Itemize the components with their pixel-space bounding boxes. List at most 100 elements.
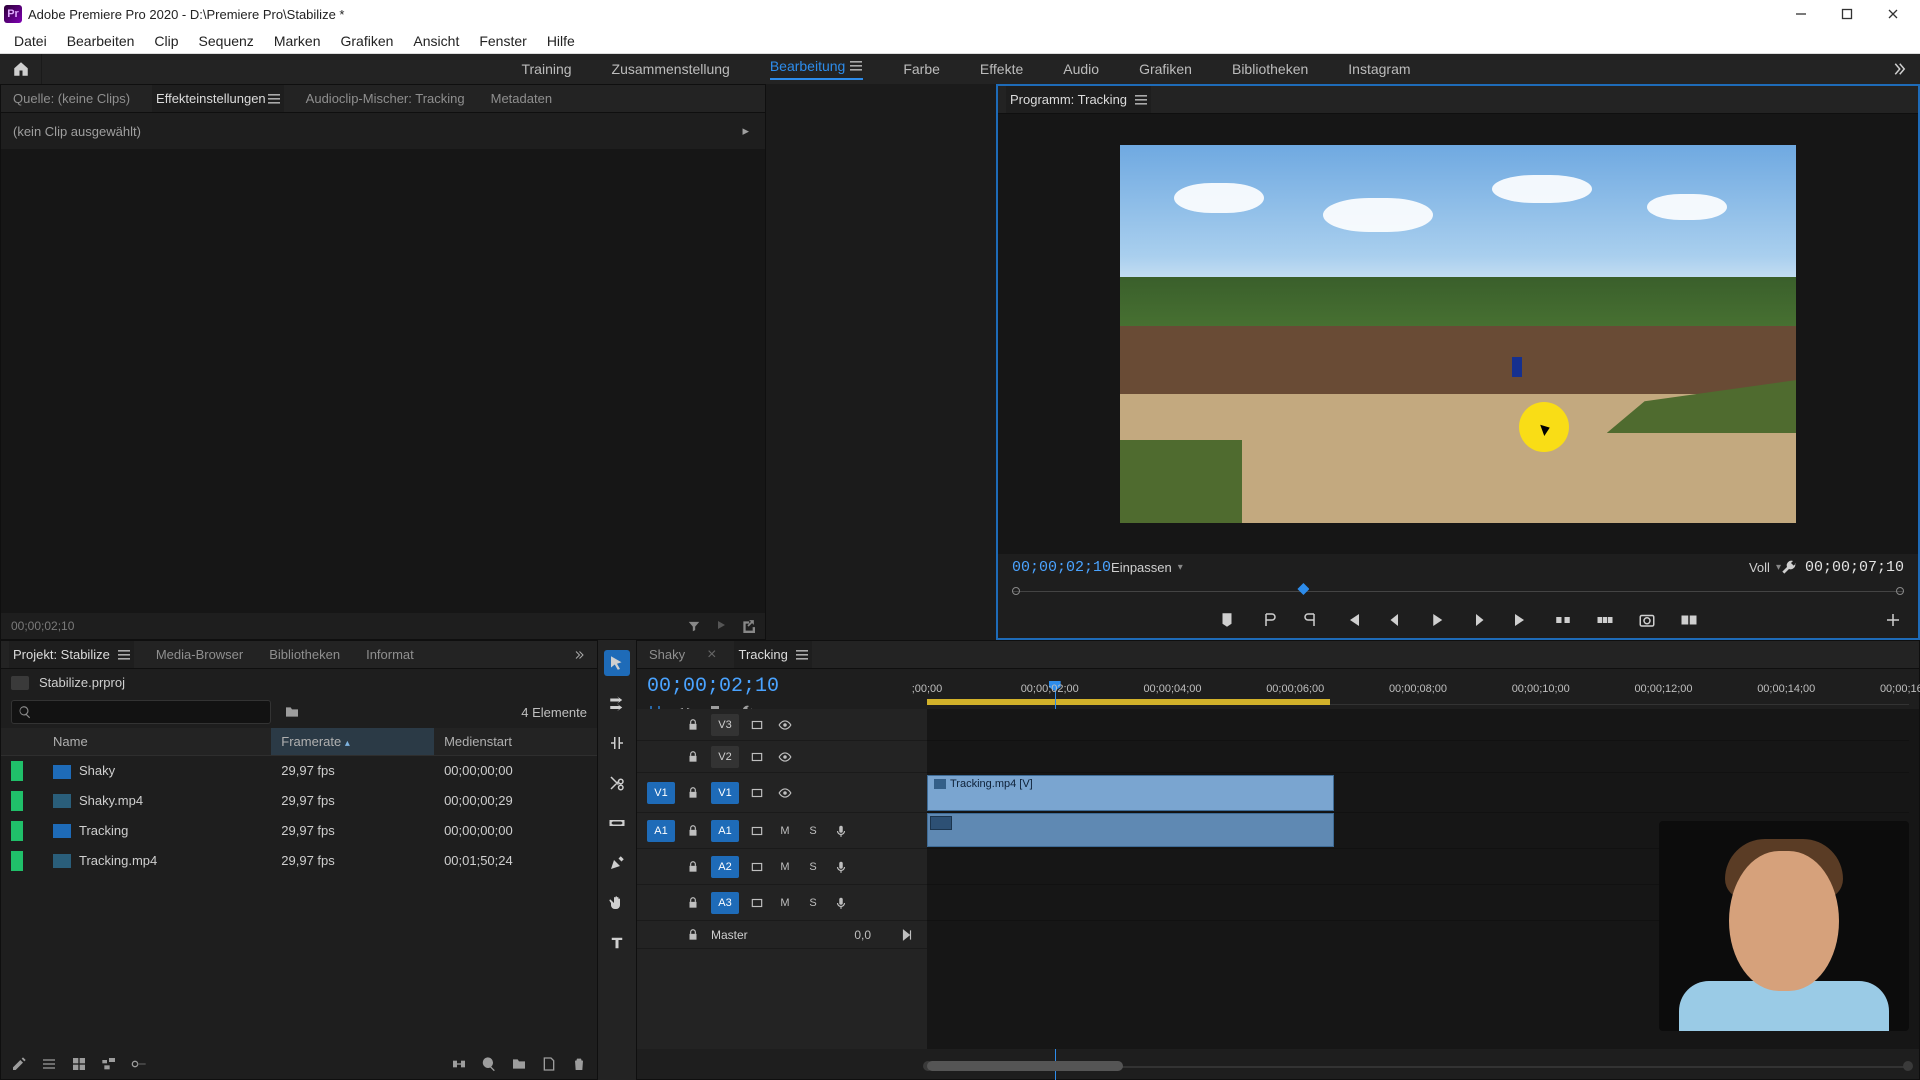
lock-icon[interactable] xyxy=(683,822,703,840)
ws-grafiken[interactable]: Grafiken xyxy=(1139,61,1192,77)
slip-tool[interactable] xyxy=(604,810,630,836)
workspace-overflow-icon[interactable] xyxy=(1890,60,1920,78)
new-bin-footer-icon[interactable] xyxy=(511,1056,527,1072)
goto-out-icon[interactable] xyxy=(1510,609,1532,631)
lift-icon[interactable] xyxy=(1552,609,1574,631)
burger-icon[interactable] xyxy=(1135,95,1147,105)
export-frame-icon[interactable] xyxy=(1636,609,1658,631)
home-button[interactable] xyxy=(0,54,42,84)
mute-m[interactable]: M xyxy=(775,858,795,876)
sync-lock-icon[interactable] xyxy=(747,748,767,766)
track-label-a3[interactable]: A3 xyxy=(711,892,739,914)
hscroll-thumb[interactable] xyxy=(927,1061,1123,1071)
step-forward-icon[interactable] xyxy=(1468,609,1490,631)
extract-icon[interactable] xyxy=(1594,609,1616,631)
tab-bibliotheken[interactable]: Bibliotheken xyxy=(265,641,344,668)
mic-icon[interactable] xyxy=(831,822,851,840)
tab-effekteinstellungen[interactable]: Effekteinstellungen xyxy=(152,85,284,112)
minimize-button[interactable] xyxy=(1778,0,1824,28)
lock-icon[interactable] xyxy=(683,748,703,766)
auto-match-icon[interactable] xyxy=(451,1056,467,1072)
track-label-v2[interactable]: V2 xyxy=(711,746,739,768)
track-target-a1[interactable]: A1 xyxy=(711,820,739,842)
program-scrubber[interactable] xyxy=(1012,580,1904,602)
eye-icon[interactable] xyxy=(775,784,795,802)
lock-icon[interactable] xyxy=(683,926,703,944)
mute-m[interactable]: M xyxy=(775,822,795,840)
new-bin-icon[interactable] xyxy=(283,704,301,720)
list-view-icon[interactable] xyxy=(41,1056,57,1072)
burger-icon[interactable] xyxy=(796,650,808,660)
pen-tool[interactable] xyxy=(604,850,630,876)
mic-icon[interactable] xyxy=(831,894,851,912)
col-name[interactable]: Name xyxy=(43,728,271,756)
sync-lock-icon[interactable] xyxy=(747,716,767,734)
table-row[interactable]: Tracking 29,97 fps00;00;00;00 xyxy=(1,816,597,846)
tabs-overflow-icon[interactable] xyxy=(571,649,587,661)
tab-audiomischer[interactable]: Audioclip-Mischer: Tracking xyxy=(302,85,469,112)
program-viewer[interactable] xyxy=(998,114,1918,554)
chevron-right-icon[interactable]: ▸ xyxy=(742,123,749,139)
solo-s[interactable]: S xyxy=(803,822,823,840)
zoom-slider-handle[interactable] xyxy=(131,1056,147,1072)
button-editor-icon[interactable] xyxy=(1882,609,1904,631)
burger-icon[interactable] xyxy=(268,94,280,104)
lock-icon[interactable] xyxy=(683,858,703,876)
ws-zusammenstellung[interactable]: Zusammenstellung xyxy=(612,61,730,77)
label-swatch[interactable] xyxy=(11,821,23,841)
selection-tool[interactable] xyxy=(604,650,630,676)
step-back-icon[interactable] xyxy=(1384,609,1406,631)
hand-tool[interactable] xyxy=(604,890,630,916)
hscroll-right-handle[interactable] xyxy=(1903,1061,1913,1071)
menu-bearbeiten[interactable]: Bearbeiten xyxy=(57,28,145,53)
eye-icon[interactable] xyxy=(775,748,795,766)
lock-icon[interactable] xyxy=(683,894,703,912)
menu-hilfe[interactable]: Hilfe xyxy=(537,28,585,53)
scrubber-in-handle[interactable] xyxy=(1012,587,1020,595)
tab-seq-tracking[interactable]: Tracking xyxy=(734,641,811,668)
freeform-view-icon[interactable] xyxy=(101,1056,117,1072)
table-row[interactable]: Shaky 29,97 fps00;00;00;00 xyxy=(1,756,597,786)
in-out-range[interactable] xyxy=(927,699,1330,705)
ws-effekte[interactable]: Effekte xyxy=(980,61,1023,77)
add-marker-icon[interactable] xyxy=(1216,609,1238,631)
mark-out-icon[interactable] xyxy=(1300,609,1322,631)
tab-quelle[interactable]: Quelle: (keine Clips) xyxy=(9,85,134,112)
sync-lock-icon[interactable] xyxy=(747,784,767,802)
solo-s[interactable]: S xyxy=(803,858,823,876)
label-swatch[interactable] xyxy=(11,851,23,871)
tab-media-browser[interactable]: Media-Browser xyxy=(152,641,247,668)
label-swatch[interactable] xyxy=(11,761,23,781)
clip-audio-a1[interactable] xyxy=(927,813,1334,847)
goto-in-icon[interactable] xyxy=(1342,609,1364,631)
solo-s[interactable]: S xyxy=(803,894,823,912)
ws-audio[interactable]: Audio xyxy=(1063,61,1099,77)
ws-training[interactable]: Training xyxy=(521,61,571,77)
tab-programm[interactable]: Programm: Tracking xyxy=(1006,86,1151,113)
menu-ansicht[interactable]: Ansicht xyxy=(403,28,469,53)
export-icon[interactable] xyxy=(741,619,755,633)
zoom-dropdown[interactable]: Einpassen▾ xyxy=(1111,560,1183,575)
program-current-tc[interactable]: 00;00;02;10 xyxy=(1012,559,1111,576)
track-select-tool[interactable] xyxy=(604,690,630,716)
razor-tool[interactable] xyxy=(604,770,630,796)
mute-m[interactable]: M xyxy=(775,894,795,912)
ws-farbe[interactable]: Farbe xyxy=(903,61,940,77)
table-row[interactable]: Shaky.mp4 29,97 fps00;00;00;29 xyxy=(1,786,597,816)
find-icon[interactable] xyxy=(481,1056,497,1072)
tab-informat[interactable]: Informat xyxy=(362,641,418,668)
burger-icon[interactable] xyxy=(118,650,130,660)
timeline-tc[interactable]: 00;00;02;10 xyxy=(647,675,779,698)
mark-in-icon[interactable] xyxy=(1258,609,1280,631)
scrubber-out-handle[interactable] xyxy=(1896,587,1904,595)
ws-bibliotheken[interactable]: Bibliotheken xyxy=(1232,61,1308,77)
project-search-input[interactable] xyxy=(11,700,271,724)
type-tool[interactable] xyxy=(604,930,630,956)
tab-metadaten[interactable]: Metadaten xyxy=(487,85,556,112)
sync-lock-icon[interactable] xyxy=(747,894,767,912)
quality-dropdown[interactable]: Voll▾ xyxy=(1749,560,1781,575)
clip-video-v1[interactable]: Tracking.mp4 [V] xyxy=(927,775,1334,811)
table-row[interactable]: Tracking.mp4 29,97 fps00;01;50;24 xyxy=(1,846,597,876)
filter-icon[interactable] xyxy=(687,619,701,633)
menu-sequenz[interactable]: Sequenz xyxy=(189,28,264,53)
